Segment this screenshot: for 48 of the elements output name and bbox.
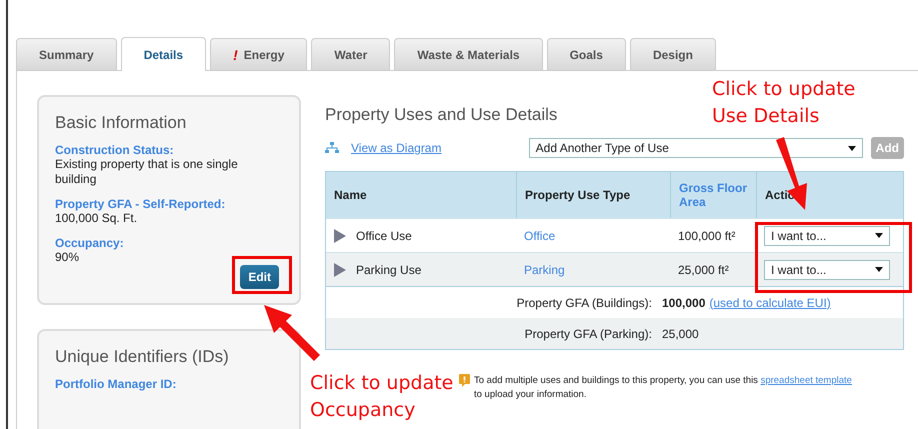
field-value: 90% xyxy=(55,250,80,265)
total-value: 25,000 xyxy=(662,326,699,340)
tab[interactable]: Waste & Materials xyxy=(394,38,543,70)
caret-icon xyxy=(848,146,856,150)
field-label: Property GFA - Self-Reported: xyxy=(55,197,226,211)
expand-icon[interactable] xyxy=(334,262,346,276)
tab[interactable]: Design xyxy=(630,38,716,70)
card-title: Unique Identifiers (IDs) xyxy=(55,347,230,367)
field-value: Existing property that is one single building xyxy=(55,157,239,187)
card-title: Basic Information xyxy=(55,113,188,133)
tab[interactable]: Summary xyxy=(16,38,117,70)
use-name: Parking Use xyxy=(356,262,422,276)
use-type-dropdown[interactable]: Add Another Type of Use xyxy=(528,138,863,158)
section-title: Property Uses and Use Details xyxy=(325,105,558,125)
use-type-link[interactable]: Parking xyxy=(516,262,670,276)
use-name: Office Use xyxy=(356,228,412,242)
field-label: Construction Status: xyxy=(55,143,175,157)
caret-icon xyxy=(875,233,883,238)
annotation-text: Click to update Occupancy xyxy=(310,371,454,423)
tab[interactable]: ! Energy xyxy=(210,38,308,70)
tab[interactable]: Goals xyxy=(546,38,626,70)
field-label: Occupancy: xyxy=(55,236,125,250)
edit-button[interactable]: Edit xyxy=(240,265,279,289)
total-label: Property GFA (Buildings): xyxy=(516,296,653,310)
alert-icon: ! xyxy=(233,46,238,62)
diagram-link[interactable]: View as Diagram xyxy=(351,141,442,155)
eui-link[interactable]: (used to calculate EUI) xyxy=(709,296,831,310)
highlight-frame xyxy=(232,256,292,294)
annotation-text: Click to update Use Details xyxy=(712,77,856,129)
expand-icon[interactable] xyxy=(334,228,346,242)
total-label: Property GFA (Parking): xyxy=(524,326,653,340)
info-icon xyxy=(459,374,470,387)
template-link[interactable]: spreadsheet template xyxy=(760,375,852,386)
annotation-arrow xyxy=(264,305,320,361)
caret-icon xyxy=(875,267,883,272)
column-header: Name xyxy=(333,187,368,204)
action-dropdown[interactable]: I want to... xyxy=(764,260,890,280)
table-cell-text: 100,000 ft² xyxy=(677,228,736,242)
diagram-icon xyxy=(325,142,339,154)
tab[interactable]: Water xyxy=(311,38,390,70)
total-value: 100,000 xyxy=(662,296,706,310)
note-text: To add multiple uses and buildings to this property, you can use this spreadsheet template to upload your information. xyxy=(474,374,852,402)
table-cell-text: 25,000 ft² xyxy=(677,262,730,276)
field-value: 100,000 Sq. Ft. xyxy=(55,211,138,226)
action-dropdown[interactable]: I want to... xyxy=(764,226,890,246)
use-type-link[interactable]: Office xyxy=(516,228,670,242)
tab[interactable]: Details xyxy=(120,37,206,71)
field-label: Portfolio Manager ID: xyxy=(55,377,178,391)
